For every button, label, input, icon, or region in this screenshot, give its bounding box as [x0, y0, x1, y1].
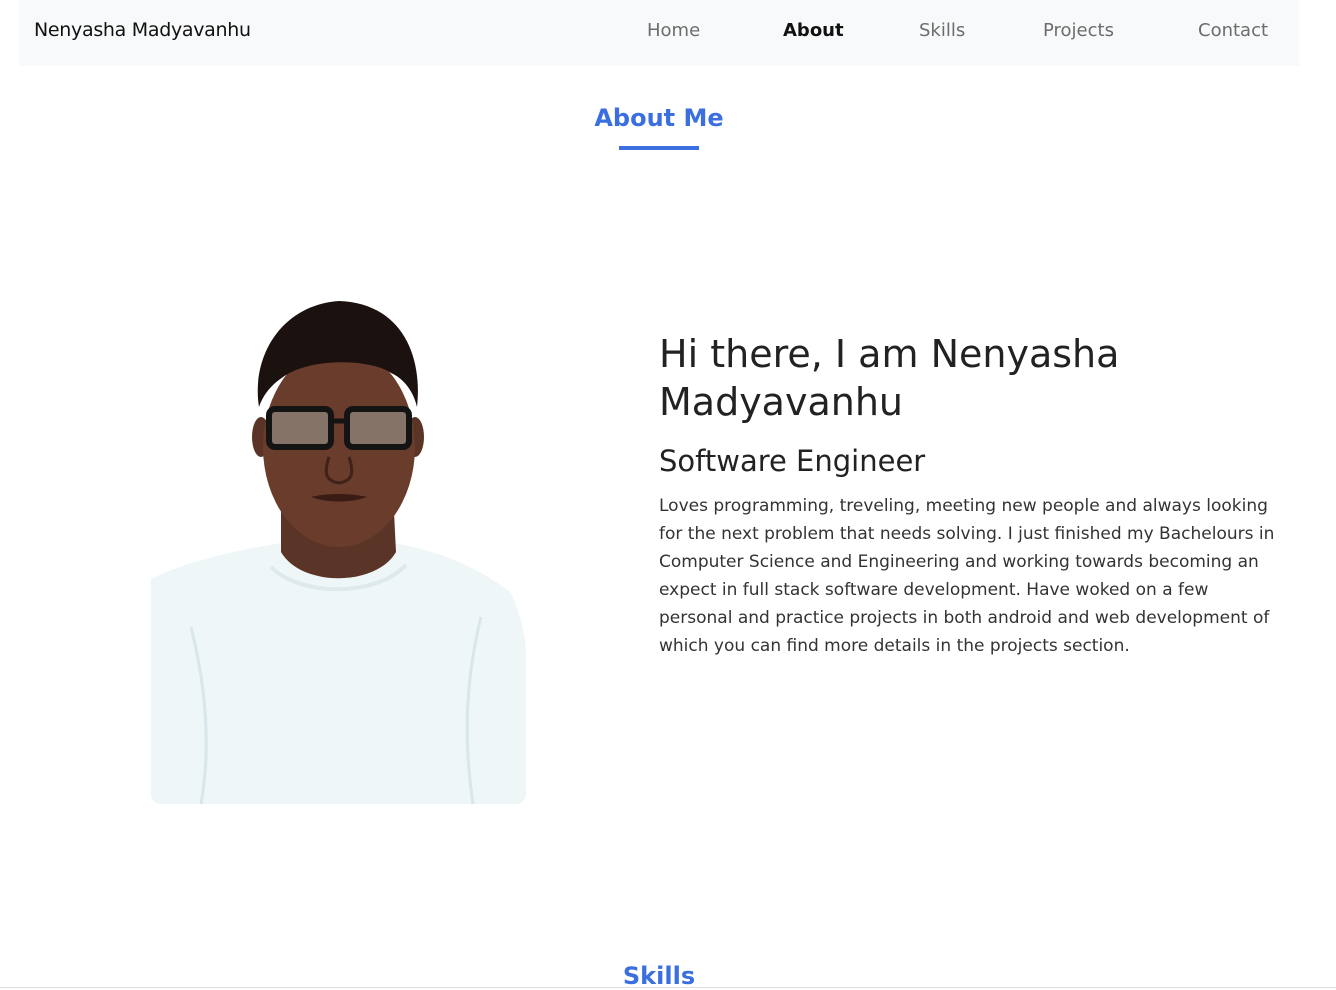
- profile-photo-illustration: [151, 301, 526, 804]
- about-bio: Loves programming, treveling, meeting ne…: [659, 496, 1275, 656]
- nav-link-about[interactable]: About: [783, 20, 844, 41]
- navbar: Nenyasha Madyavanhu Home About Skills Pr…: [19, 0, 1299, 66]
- skills-section-title: Skills: [622, 962, 696, 990]
- nav-link-contact[interactable]: Contact: [1198, 20, 1268, 41]
- nav-link-projects[interactable]: Projects: [1043, 20, 1114, 41]
- about-role: Software Engineer: [659, 444, 926, 478]
- viewport-bottom-edge: [0, 987, 1336, 988]
- brand-link[interactable]: Nenyasha Madyavanhu: [34, 19, 251, 41]
- nav-link-skills[interactable]: Skills: [919, 20, 965, 41]
- title-underline: [619, 146, 699, 150]
- about-greeting: Hi there, I am Nenyasha Madyavanhu: [659, 332, 1120, 424]
- about-section-title: About Me: [594, 104, 724, 132]
- profile-photo: [151, 297, 526, 804]
- nav-link-home[interactable]: Home: [647, 20, 700, 41]
